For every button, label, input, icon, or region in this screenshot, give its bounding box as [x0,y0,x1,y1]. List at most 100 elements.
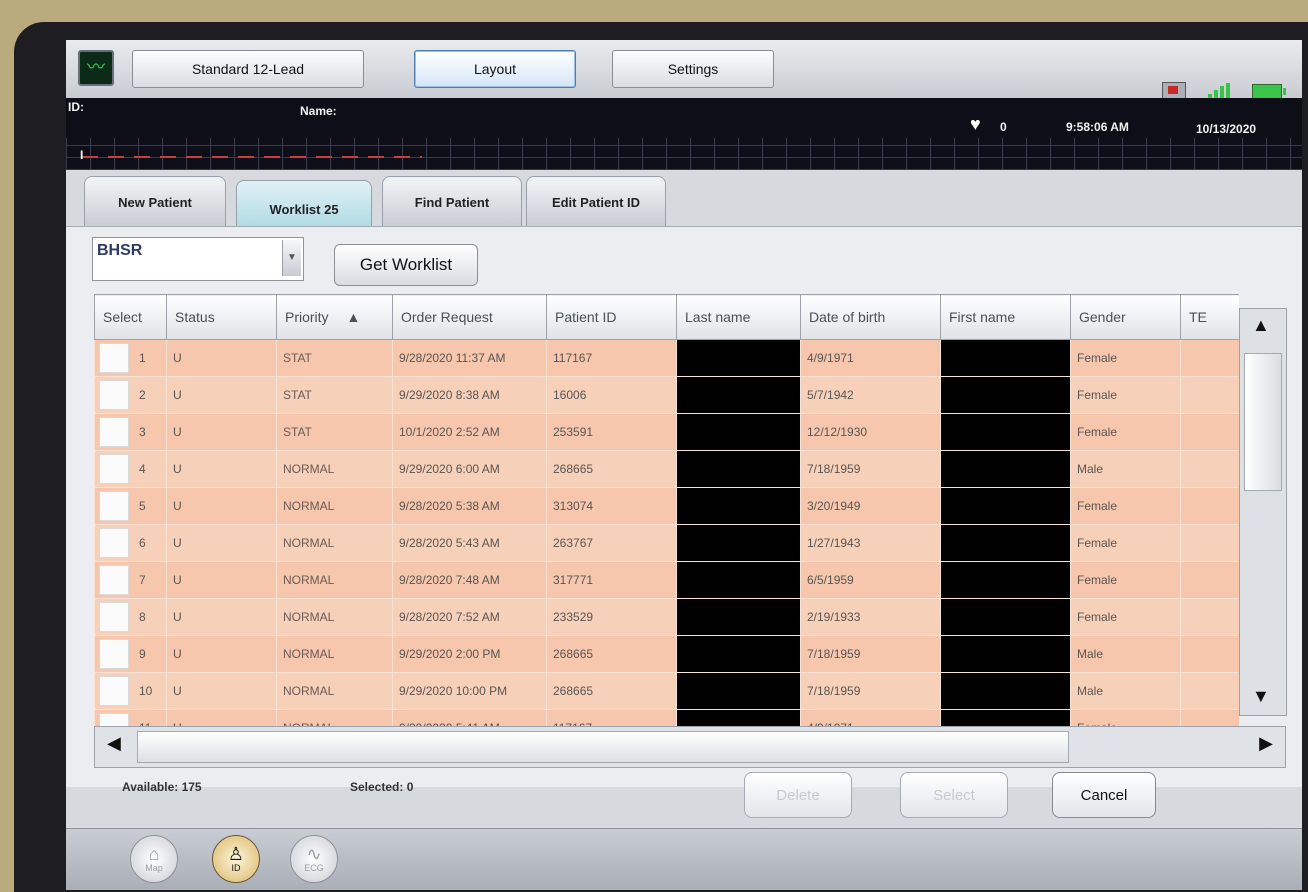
date-of-birth-cell: 7/18/1959 [800,450,941,488]
gender-cell: Male [1070,635,1181,673]
select-button[interactable]: Select [900,772,1008,818]
delete-button[interactable]: Delete [744,772,852,818]
select-cell[interactable]: 7 [94,561,167,599]
scroll-down-arrow-icon[interactable]: ▼ [1252,686,1270,707]
table-row[interactable]: 10 U NORMAL 9/29/2020 10:00 PM 268665 7/18/19… [94,672,1239,710]
gender-cell: Female [1070,339,1181,377]
row-number: 1 [139,351,146,365]
status-cell: U [166,598,277,636]
standard-12-lead-button[interactable]: Standard 12-Lead [132,50,364,88]
column-header-first-name[interactable]: First name [940,294,1071,340]
date-of-birth-cell: 6/5/1959 [800,561,941,599]
column-header-gender[interactable]: Gender [1070,294,1181,340]
row-select-checkbox[interactable] [99,602,129,632]
layout-button[interactable]: Layout [414,50,576,88]
location-combo[interactable]: BHSR ▼ [92,237,304,281]
vertical-scroll-thumb[interactable] [1244,353,1282,491]
column-header-date-of-birth[interactable]: Date of birth [800,294,941,340]
vertical-scrollbar[interactable]: ▲ ▼ [1239,308,1287,716]
row-number: 2 [139,388,146,402]
scroll-right-arrow-icon[interactable]: ▶ [1259,733,1273,754]
date-of-birth-cell: 1/27/1943 [800,524,941,562]
table-row[interactable]: 9 U NORMAL 9/29/2020 2:00 PM 268665 7/18/1959… [94,635,1239,673]
top-toolbar: 〰 Standard 12-Lead Layout Settings [66,40,1302,100]
priority-cell: NORMAL [276,672,393,710]
te-cell [1180,598,1239,636]
person-icon: ♙ [227,844,245,864]
gender-cell: Male [1070,672,1181,710]
status-cell: U [166,487,277,525]
te-cell [1180,635,1239,673]
row-number: 10 [139,684,153,698]
settings-button[interactable]: Settings [612,50,774,88]
row-select-checkbox[interactable] [99,343,129,373]
horizontal-scroll-thumb[interactable] [137,731,1069,763]
select-cell[interactable]: 9 [94,635,167,673]
date-of-birth-cell: 12/12/1930 [800,413,941,451]
column-header-priority[interactable]: Priority ▲ [276,294,393,340]
table-row[interactable]: 1 U STAT 9/28/2020 11:37 AM 117167 4/9/1971 Fe… [94,339,1239,377]
row-select-checkbox[interactable] [99,491,129,521]
table-row[interactable]: 3 U STAT 10/1/2020 2:52 AM 253591 12/12/1930 F… [94,413,1239,451]
cancel-button[interactable]: Cancel [1052,772,1156,818]
tab-find-patient[interactable]: Find Patient [382,176,522,227]
redacted-last-name-cell [676,450,801,488]
select-cell[interactable]: 1 [94,339,167,377]
te-cell [1180,450,1239,488]
column-header-patient-id[interactable]: Patient ID [546,294,677,340]
ecg-app-icon[interactable]: 〰 [78,50,114,86]
redacted-last-name-cell [676,413,801,451]
column-header-last-name[interactable]: Last name [676,294,801,340]
nav-map-button[interactable]: ⌂ Map [130,835,178,883]
table-row[interactable]: 2 U STAT 9/29/2020 8:38 AM 16006 5/7/1942 Fema… [94,376,1239,414]
gender-cell: Female [1070,524,1181,562]
redacted-first-name-cell [940,635,1071,673]
te-cell [1180,524,1239,562]
column-header-te[interactable]: TE [1180,294,1239,340]
gender-cell: Female [1070,598,1181,636]
tab-new-patient[interactable]: New Patient [84,176,226,227]
row-select-checkbox[interactable] [99,417,129,447]
redacted-last-name-cell [676,487,801,525]
select-cell[interactable]: 5 [94,487,167,525]
te-cell [1180,413,1239,451]
row-select-checkbox[interactable] [99,565,129,595]
select-cell[interactable]: 8 [94,598,167,636]
select-cell[interactable]: 6 [94,524,167,562]
column-header-status[interactable]: Status [166,294,277,340]
nav-id-button[interactable]: ♙ ID [212,835,260,883]
patient-id-cell: 16006 [546,376,677,414]
table-row[interactable]: 4 U NORMAL 9/29/2020 6:00 AM 268665 7/18/1959… [94,450,1239,488]
row-select-checkbox[interactable] [99,639,129,669]
location-value: BHSR [97,242,143,259]
row-select-checkbox[interactable] [99,528,129,558]
table-row[interactable]: 7 U NORMAL 9/28/2020 7:48 AM 317771 6/5/1959 F… [94,561,1239,599]
patient-name-label: Name: [300,104,337,118]
scroll-up-arrow-icon[interactable]: ▲ [1252,315,1270,336]
chevron-down-icon[interactable]: ▼ [282,240,301,276]
table-row[interactable]: 6 U NORMAL 9/28/2020 5:43 AM 263767 1/27/1943… [94,524,1239,562]
horizontal-scrollbar[interactable]: ◀ ▶ [94,726,1286,768]
select-cell[interactable]: 3 [94,413,167,451]
gender-cell: Female [1070,376,1181,414]
get-worklist-button[interactable]: Get Worklist [334,244,478,286]
tab-edit-patient-id[interactable]: Edit Patient ID [526,176,666,227]
scroll-left-arrow-icon[interactable]: ◀ [107,733,121,754]
table-row[interactable]: 8 U NORMAL 9/28/2020 7:52 AM 233529 2/19/1933… [94,598,1239,636]
select-cell[interactable]: 2 [94,376,167,414]
patient-id-cell: 253591 [546,413,677,451]
table-row[interactable]: 5 U NORMAL 9/28/2020 5:38 AM 313074 3/20/1949… [94,487,1239,525]
patient-id-cell: 263767 [546,524,677,562]
redacted-first-name-cell [940,487,1071,525]
column-header-order-request[interactable]: Order Request [392,294,547,340]
row-select-checkbox[interactable] [99,676,129,706]
row-select-checkbox[interactable] [99,380,129,410]
column-header-select[interactable]: Select [94,294,167,340]
nav-ecg-button[interactable]: ∿ ECG [290,835,338,883]
row-select-checkbox[interactable] [99,454,129,484]
date-of-birth-cell: 3/20/1949 [800,487,941,525]
order-request-cell: 9/28/2020 11:37 AM [392,339,547,377]
select-cell[interactable]: 10 [94,672,167,710]
patient-id-cell: 268665 [546,635,677,673]
select-cell[interactable]: 4 [94,450,167,488]
